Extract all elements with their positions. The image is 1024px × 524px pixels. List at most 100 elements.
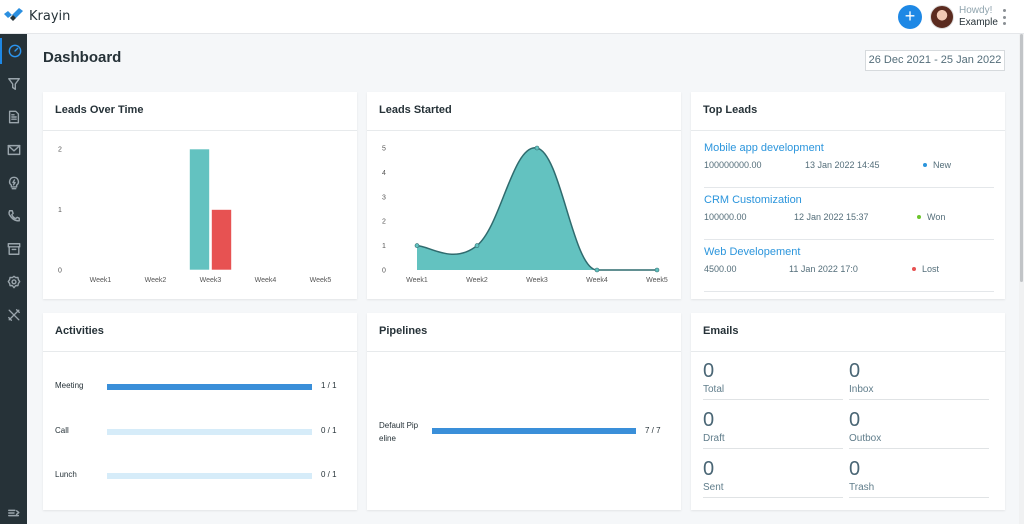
email-stat-inbox[interactable]: 0 Inbox xyxy=(849,360,989,400)
sidebar-item-contacts[interactable] xyxy=(0,203,27,229)
status-label: New xyxy=(933,160,952,170)
activity-row: Lunch 0 / 1 xyxy=(55,470,345,482)
leads-started-card: Leads Started 0 1 2 3 4 5 Week1 Week2 Week3 Week4… xyxy=(367,92,681,299)
scrollbar-thumb[interactable] xyxy=(1020,34,1023,282)
lead-status: New xyxy=(923,160,951,170)
top-lead-item: Mobile app development 100000000.00 13 J… xyxy=(704,142,994,188)
card-title: Leads Over Time xyxy=(43,92,357,131)
page-scrollbar[interactable] xyxy=(1019,34,1024,524)
bar-week3-1 xyxy=(189,148,210,271)
pipeline-label-line: eline xyxy=(379,434,396,443)
top-leads-card: Top Leads Mobile app development 1000000… xyxy=(691,92,1005,299)
sidebar-item-quotes[interactable] xyxy=(0,104,27,130)
collapse-sidebar-button[interactable] xyxy=(0,500,27,524)
collapse-menu-icon xyxy=(7,509,20,517)
sidebar-item-leads[interactable] xyxy=(0,71,27,97)
x-tick-label: Week2 xyxy=(466,277,488,284)
sidebar-item-settings[interactable] xyxy=(0,269,27,295)
pipeline-row: Default Pip eline 7 / 7 xyxy=(379,419,669,447)
pipelines-card: Pipelines Default Pip eline 7 / 7 xyxy=(367,313,681,510)
x-tick-label: Week5 xyxy=(646,277,668,284)
email-stat-trash[interactable]: 0 Trash xyxy=(849,458,989,498)
user-avatar[interactable] xyxy=(930,5,954,29)
card-title: Leads Started xyxy=(367,92,681,131)
email-count: 0 xyxy=(849,458,861,480)
email-stat-draft[interactable]: 0 Draft xyxy=(703,409,843,449)
card-title: Pipelines xyxy=(367,313,681,352)
lead-title-link[interactable]: Mobile app development xyxy=(704,142,824,154)
email-stat-total[interactable]: 0 Total xyxy=(703,360,843,400)
bar-week3-2 xyxy=(211,209,232,271)
activity-label: Call xyxy=(55,426,69,435)
pipeline-label: Default Pip eline xyxy=(379,419,418,445)
sidebar-item-dashboard[interactable] xyxy=(0,38,27,64)
x-tick-label: Week4 xyxy=(586,277,608,284)
email-count: 0 xyxy=(849,409,861,431)
x-tick-label: Week3 xyxy=(200,277,222,284)
card-title: Top Leads xyxy=(691,92,1005,131)
activity-progress-bar xyxy=(107,473,312,479)
page-title: Dashboard xyxy=(43,49,122,66)
archive-box-icon xyxy=(7,243,20,255)
sidebar-item-mail[interactable] xyxy=(0,137,27,163)
status-label: Lost xyxy=(922,264,940,274)
activity-progress-bar xyxy=(107,429,312,435)
y-tick-label: 1 xyxy=(382,243,386,250)
lead-amount: 100000000.00 xyxy=(704,160,762,170)
data-point-week1 xyxy=(414,243,420,248)
activity-count: 0 / 1 xyxy=(321,470,337,479)
email-stat-sent[interactable]: 0 Sent xyxy=(703,458,843,498)
y-tick-label: 3 xyxy=(382,194,386,201)
logo[interactable]: Krayin xyxy=(4,8,70,24)
user-menu[interactable]: Howdy! Example xyxy=(959,5,998,29)
sidebar-item-configuration[interactable] xyxy=(0,302,27,328)
email-label: Sent xyxy=(703,482,724,493)
lead-date: 12 Jan 2022 15:37 xyxy=(794,212,869,222)
x-tick-label: Week1 xyxy=(406,277,428,284)
lead-status: Lost xyxy=(912,264,939,274)
activity-count: 0 / 1 xyxy=(321,426,337,435)
email-label: Trash xyxy=(849,482,875,493)
email-label: Inbox xyxy=(849,384,874,395)
sidebar-item-products[interactable] xyxy=(0,236,27,262)
date-range-picker[interactable]: 26 Dec 2021 - 25 Jan 2022 xyxy=(865,50,1005,71)
email-label: Draft xyxy=(703,433,725,444)
activities-card: Activities Meeting 1 / 1 Call 0 / 1 Lunc… xyxy=(43,313,357,510)
emails-card: Emails 0 Total 0 Inbox 0 Draft 0 Outbox … xyxy=(691,313,1005,510)
card-title: Activities xyxy=(43,313,357,352)
email-count: 0 xyxy=(849,360,861,382)
activity-count: 1 / 1 xyxy=(321,381,337,390)
leads-over-time-card: Leads Over Time 0 1 2 Week1 Week2 Week3 Week4 W… xyxy=(43,92,357,299)
lead-amount: 4500.00 xyxy=(704,264,737,274)
x-tick-label: Week1 xyxy=(90,277,112,284)
activity-progress-bar xyxy=(107,384,312,390)
email-stat-outbox[interactable]: 0 Outbox xyxy=(849,409,989,449)
greeting-text: Howdy! xyxy=(959,5,993,16)
y-tick-label: 2 xyxy=(58,147,62,154)
y-tick-label: 5 xyxy=(382,146,386,153)
lead-amount: 100000.00 xyxy=(704,212,747,222)
status-label: Won xyxy=(927,212,946,222)
phone-icon xyxy=(7,210,20,222)
quick-add-button[interactable]: + xyxy=(898,5,922,29)
top-lead-item: CRM Customization 100000.00 12 Jan 2022 … xyxy=(704,194,994,240)
y-tick-label: 1 xyxy=(58,207,62,214)
data-point-week5 xyxy=(654,267,660,273)
email-label: Outbox xyxy=(849,433,882,444)
lightbulb-icon xyxy=(8,176,19,190)
status-dot-icon xyxy=(923,163,927,167)
area-fill xyxy=(417,147,657,270)
activity-row: Meeting 1 / 1 xyxy=(55,381,345,393)
status-dot-icon xyxy=(912,267,916,271)
app-name: Krayin xyxy=(29,8,71,24)
sidebar-item-activities[interactable] xyxy=(0,170,27,196)
y-tick-label: 4 xyxy=(382,170,386,177)
lead-title-link[interactable]: Web Developement xyxy=(704,246,800,258)
activity-row: Call 0 / 1 xyxy=(55,426,345,438)
card-title: Emails xyxy=(691,313,1005,352)
lead-date: 11 Jan 2022 17:0 xyxy=(789,264,858,274)
more-options-icon[interactable] xyxy=(1002,9,1006,25)
top-lead-item: Web Developement 4500.00 11 Jan 2022 17:… xyxy=(704,246,994,292)
pipeline-progress-fill xyxy=(432,428,636,434)
lead-title-link[interactable]: CRM Customization xyxy=(704,194,802,206)
